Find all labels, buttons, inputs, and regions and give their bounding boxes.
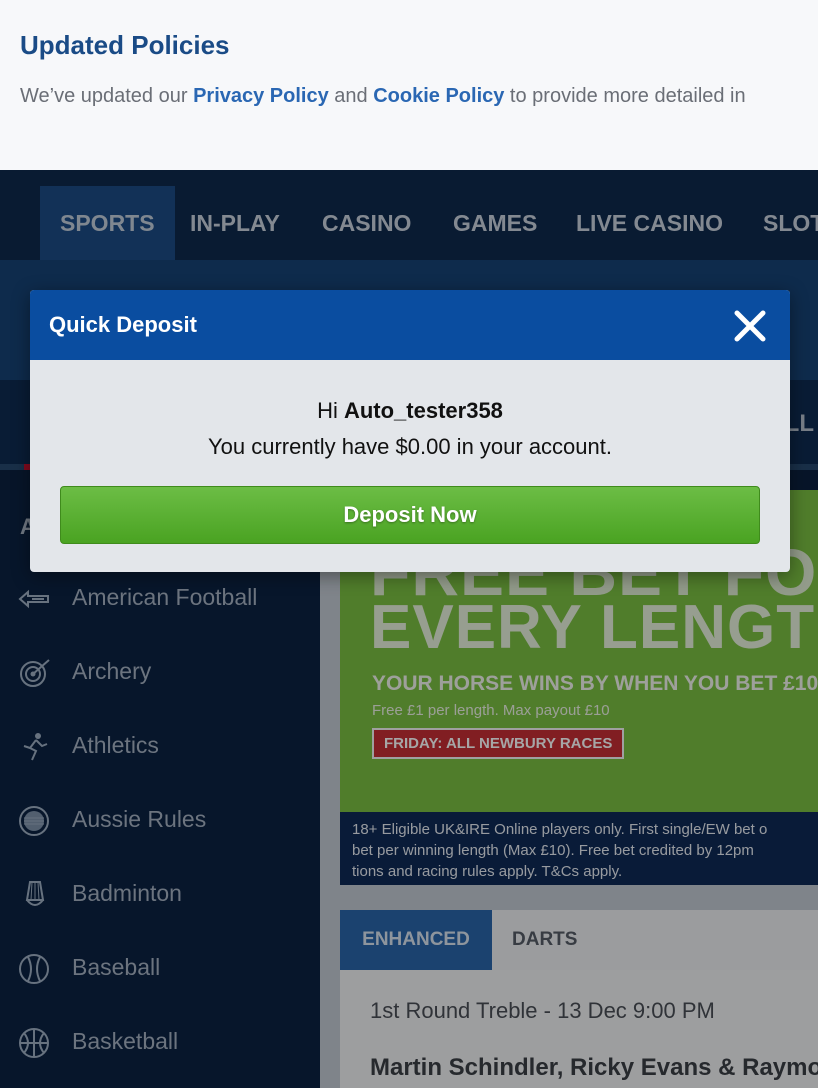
privacy-policy-link[interactable]: Privacy Policy xyxy=(193,85,329,107)
modal-title: Quick Deposit xyxy=(49,312,197,337)
cookie-policy-link[interactable]: Cookie Policy xyxy=(373,85,504,107)
policy-text-and: and xyxy=(328,85,374,107)
policy-text: We’ve updated our Privacy Policy and Coo… xyxy=(20,85,746,108)
quick-deposit-modal: Quick Deposit Hi Auto_tester358 You curr… xyxy=(30,290,790,572)
close-icon xyxy=(734,310,766,342)
balance-text: You currently have $0.00 in your account… xyxy=(207,434,612,459)
username: Auto_tester358 xyxy=(343,398,503,423)
greeting-prefix: Hi xyxy=(317,398,344,423)
greeting: Hi Auto_tester358 xyxy=(30,398,790,424)
policy-title: Updated Policies xyxy=(20,30,230,60)
policy-text-start: We’ve updated our xyxy=(20,85,194,107)
policy-banner: Updated Policies We’ve updated our Priva… xyxy=(0,0,818,170)
modal-header: Quick Deposit xyxy=(30,290,790,360)
deposit-now-button[interactable]: Deposit Now xyxy=(60,486,760,544)
close-button[interactable] xyxy=(730,306,770,346)
policy-text-end: to provide more detailed in xyxy=(504,85,746,107)
